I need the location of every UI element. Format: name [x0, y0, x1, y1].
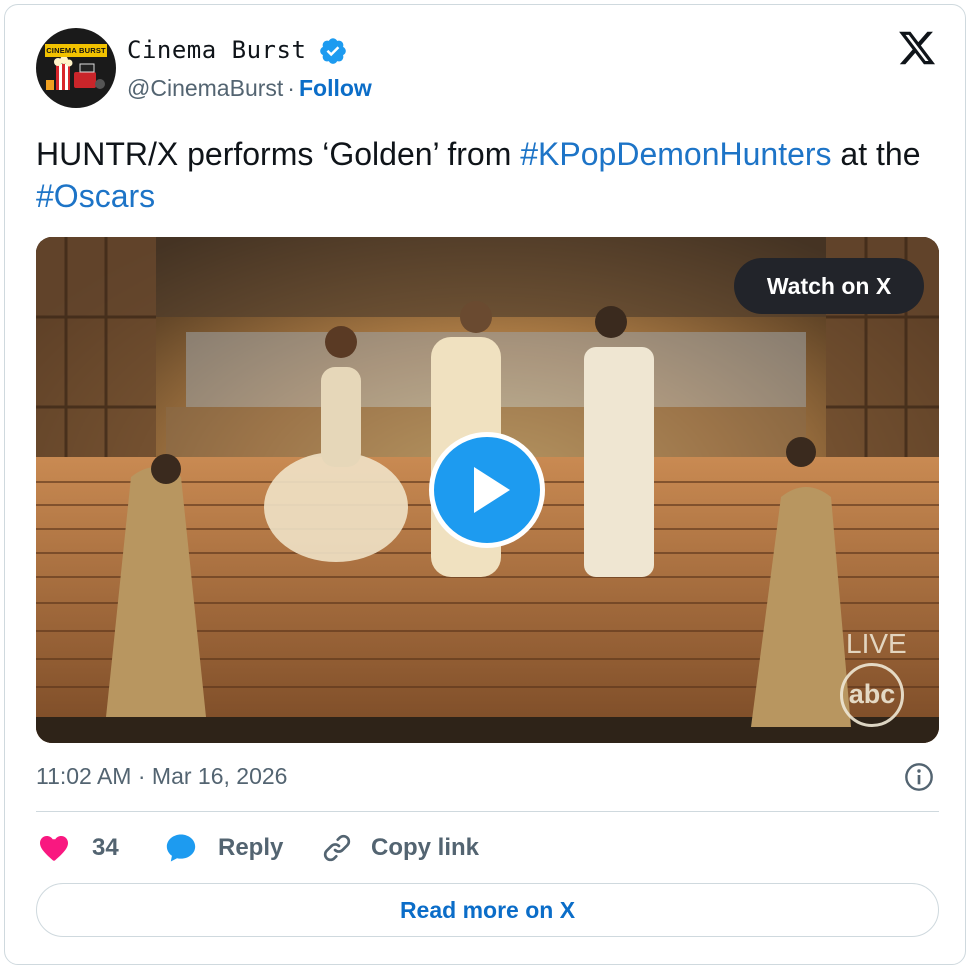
- live-badge: LIVE: [846, 628, 907, 659]
- like-count: 34: [92, 834, 119, 861]
- info-icon[interactable]: [903, 761, 935, 793]
- reply-button[interactable]: Reply: [164, 830, 283, 866]
- tweet-text: HUNTR/X performs ‘Golden’ from #KPopDemo…: [36, 133, 941, 217]
- timestamp[interactable]: 11:02 AM · Mar 16, 2026: [36, 763, 287, 790]
- network-logo: abc: [840, 663, 904, 727]
- handle[interactable]: @CinemaBurst: [127, 75, 283, 101]
- display-name[interactable]: Cinema Burst: [127, 36, 306, 64]
- verified-badge-icon: [320, 38, 346, 64]
- heart-icon: [40, 836, 68, 861]
- reply-label: Reply: [218, 834, 284, 861]
- hashtag-kpopdemonhunters[interactable]: #KPopDemonHunters: [520, 136, 831, 172]
- read-more-button[interactable]: Read more on X: [36, 883, 939, 937]
- avatar-brand-text: CINEMA BURST: [45, 44, 107, 57]
- separator: ·: [287, 75, 295, 101]
- hashtag-oscars[interactable]: #Oscars: [36, 178, 155, 214]
- handle-row: @CinemaBurst · Follow: [127, 75, 372, 102]
- watch-on-x-button[interactable]: Watch on X: [734, 258, 924, 314]
- tweet-text-part: HUNTR/X performs ‘Golden’ from: [36, 136, 521, 172]
- copy-link-label: Copy link: [371, 834, 480, 861]
- divider: [36, 811, 939, 812]
- copy-link-button[interactable]: Copy link: [321, 830, 479, 866]
- link-icon: [323, 834, 351, 862]
- x-logo-icon[interactable]: [896, 28, 938, 68]
- play-icon: [474, 467, 510, 513]
- popcorn-logo-icon: [46, 56, 105, 90]
- follow-button[interactable]: Follow: [299, 75, 372, 101]
- like-button[interactable]: 34: [38, 830, 119, 866]
- tweet-text-part: at the: [831, 136, 921, 172]
- speech-bubble-icon: [166, 834, 196, 862]
- play-button[interactable]: [429, 432, 545, 548]
- avatar[interactable]: CINEMA BURST: [36, 28, 116, 108]
